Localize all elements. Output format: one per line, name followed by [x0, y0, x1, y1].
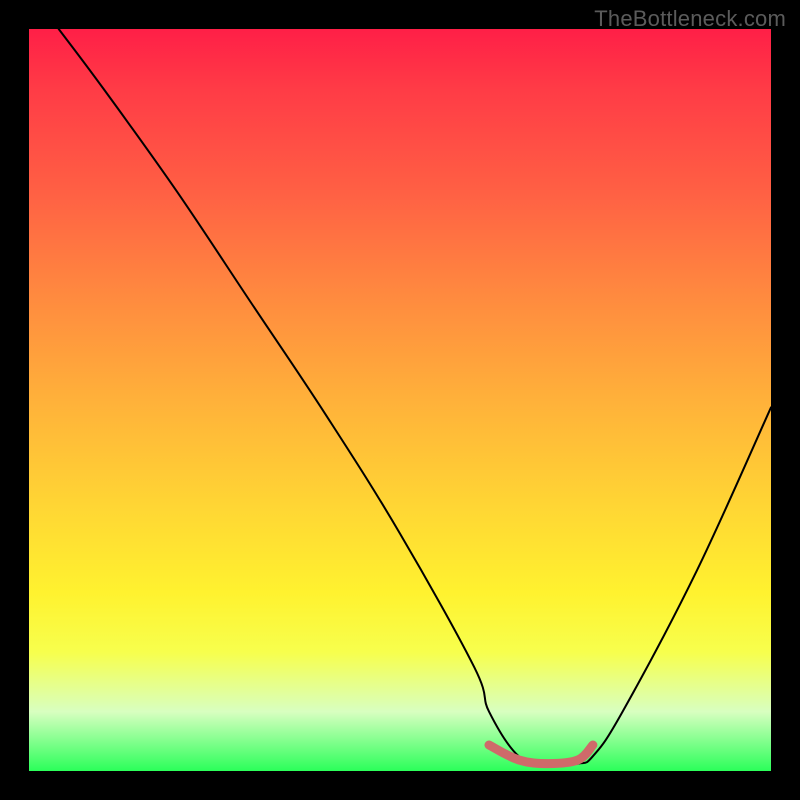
plot-area: [29, 29, 771, 771]
optimal-band: [489, 745, 593, 764]
watermark-text: TheBottleneck.com: [594, 6, 786, 32]
bottleneck-curve: [59, 29, 771, 765]
chart-svg: [29, 29, 771, 771]
chart-frame: TheBottleneck.com: [0, 0, 800, 800]
